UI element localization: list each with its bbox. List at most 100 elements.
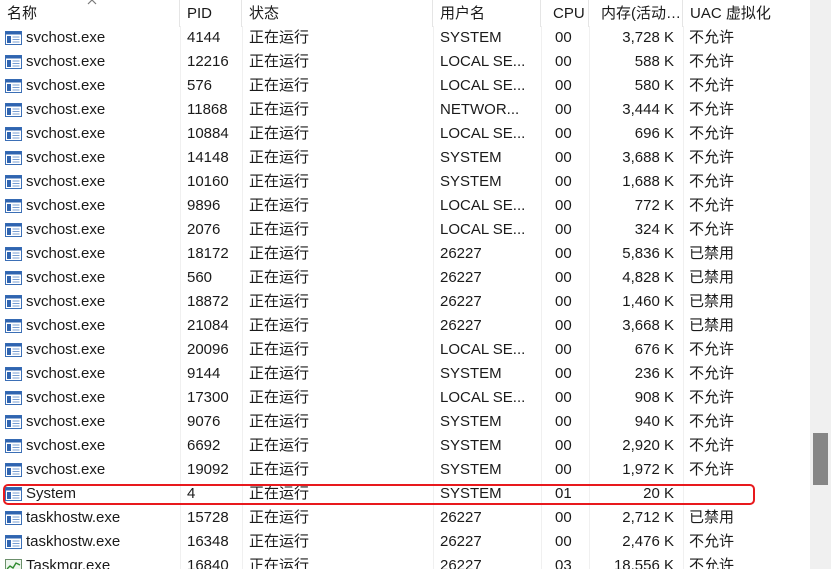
cpu-cell: 00 xyxy=(555,77,572,94)
uac-cell: 不允许 xyxy=(689,197,735,214)
table-row[interactable]: svchost.exe 17300 正在运行 LOCAL SE... 00 90… xyxy=(0,386,810,410)
service-window-icon xyxy=(5,343,22,357)
memory-cell: 5,836 K xyxy=(622,245,674,262)
user-cell: 26227 xyxy=(440,269,482,286)
column-header-name[interactable]: 名称 xyxy=(0,0,180,27)
memory-cell: 236 K xyxy=(634,365,674,382)
service-window-icon xyxy=(5,31,22,45)
process-name: svchost.exe xyxy=(26,341,106,358)
table-row[interactable]: svchost.exe 576 正在运行 LOCAL SE... 00 580 … xyxy=(0,74,810,98)
table-row[interactable]: Taskmgr.exe 16840 正在运行 26227 03 18,556 K… xyxy=(0,554,810,569)
uac-cell: 已禁用 xyxy=(689,245,735,262)
pid-cell: 12216 xyxy=(187,53,229,70)
table-row[interactable]: System 4 正在运行 SYSTEM 01 20 K xyxy=(0,482,810,506)
process-name-cell: svchost.exe xyxy=(0,170,180,194)
process-name-cell: svchost.exe xyxy=(0,194,180,218)
user-cell: SYSTEM xyxy=(440,365,502,382)
process-name: System xyxy=(26,485,77,502)
user-cell: NETWOR... xyxy=(440,101,520,118)
status-cell: 正在运行 xyxy=(249,341,310,358)
cpu-cell: 00 xyxy=(555,197,572,214)
pid-cell: 576 xyxy=(187,77,213,94)
column-header-cpu[interactable]: CPU xyxy=(541,0,589,27)
cpu-cell: 00 xyxy=(555,389,572,406)
uac-cell: 不允许 xyxy=(689,533,735,550)
process-name: svchost.exe xyxy=(26,197,106,214)
table-row[interactable]: taskhostw.exe 16348 正在运行 26227 00 2,476 … xyxy=(0,530,810,554)
column-header-memory[interactable]: 内存(活动… xyxy=(589,0,683,27)
table-row[interactable]: svchost.exe 6692 正在运行 SYSTEM 00 2,920 K … xyxy=(0,434,810,458)
pid-cell: 17300 xyxy=(187,389,229,406)
uac-cell: 不允许 xyxy=(689,365,735,382)
vertical-scrollbar[interactable] xyxy=(810,0,831,569)
cpu-cell: 00 xyxy=(555,533,572,550)
memory-cell: 588 K xyxy=(634,53,674,70)
user-cell: SYSTEM xyxy=(440,485,502,502)
process-name: svchost.exe xyxy=(26,365,106,382)
table-row[interactable]: svchost.exe 21084 正在运行 26227 00 3,668 K … xyxy=(0,314,810,338)
column-header-pid[interactable]: PID xyxy=(180,0,242,27)
scrollbar-thumb[interactable] xyxy=(813,433,828,485)
pid-cell: 10884 xyxy=(187,125,229,142)
service-window-icon xyxy=(5,247,22,261)
service-window-icon xyxy=(5,487,22,501)
pid-cell: 20096 xyxy=(187,341,229,358)
cpu-cell: 01 xyxy=(555,485,572,502)
table-row[interactable]: svchost.exe 2076 正在运行 LOCAL SE... 00 324… xyxy=(0,218,810,242)
uac-cell: 不允许 xyxy=(689,173,735,190)
pid-cell: 4144 xyxy=(187,29,221,46)
table-row[interactable]: svchost.exe 9144 正在运行 SYSTEM 00 236 K 不允… xyxy=(0,362,810,386)
table-row[interactable]: svchost.exe 20096 正在运行 LOCAL SE... 00 67… xyxy=(0,338,810,362)
column-header-pid-label: PID xyxy=(187,5,213,22)
status-cell: 正在运行 xyxy=(249,437,310,454)
service-window-icon xyxy=(5,439,22,453)
process-name: svchost.exe xyxy=(26,389,106,406)
table-row[interactable]: svchost.exe 9076 正在运行 SYSTEM 00 940 K 不允… xyxy=(0,410,810,434)
column-header-status[interactable]: 状态 xyxy=(242,0,433,27)
table-row[interactable]: svchost.exe 14148 正在运行 SYSTEM 00 3,688 K… xyxy=(0,146,810,170)
pid-cell: 18172 xyxy=(187,245,229,262)
status-cell: 正在运行 xyxy=(249,485,310,502)
process-name-cell: System xyxy=(0,482,180,506)
status-cell: 正在运行 xyxy=(249,221,310,238)
uac-cell xyxy=(683,482,810,506)
memory-cell: 1,972 K xyxy=(622,461,674,478)
table-row[interactable]: svchost.exe 18172 正在运行 26227 00 5,836 K … xyxy=(0,242,810,266)
table-row[interactable]: svchost.exe 19092 正在运行 SYSTEM 00 1,972 K… xyxy=(0,458,810,482)
table-row[interactable]: svchost.exe 10160 正在运行 SYSTEM 00 1,688 K… xyxy=(0,170,810,194)
task-manager-icon xyxy=(5,559,22,569)
uac-cell: 不允许 xyxy=(689,29,735,46)
pid-cell: 15728 xyxy=(187,509,229,526)
status-cell: 正在运行 xyxy=(249,557,310,569)
service-window-icon xyxy=(5,55,22,69)
table-row[interactable]: svchost.exe 18872 正在运行 26227 00 1,460 K … xyxy=(0,290,810,314)
process-name-cell: svchost.exe xyxy=(0,434,180,458)
table-row[interactable]: svchost.exe 9896 正在运行 LOCAL SE... 00 772… xyxy=(0,194,810,218)
column-header-user[interactable]: 用户名 xyxy=(433,0,541,27)
table-row[interactable]: svchost.exe 560 正在运行 26227 00 4,828 K 已禁… xyxy=(0,266,810,290)
pid-cell: 21084 xyxy=(187,317,229,334)
table-row[interactable]: taskhostw.exe 15728 正在运行 26227 00 2,712 … xyxy=(0,506,810,530)
table-row[interactable]: svchost.exe 12216 正在运行 LOCAL SE... 00 58… xyxy=(0,50,810,74)
status-cell: 正在运行 xyxy=(249,509,310,526)
user-cell: 26227 xyxy=(440,317,482,334)
status-cell: 正在运行 xyxy=(249,77,310,94)
service-window-icon xyxy=(5,391,22,405)
pid-cell: 11868 xyxy=(187,101,228,118)
column-header-uac[interactable]: UAC 虚拟化 xyxy=(683,0,810,27)
table-row[interactable]: svchost.exe 4144 正在运行 SYSTEM 00 3,728 K … xyxy=(0,26,810,50)
process-name: svchost.exe xyxy=(26,125,106,142)
user-cell: LOCAL SE... xyxy=(440,53,526,70)
chevron-up-icon xyxy=(86,0,98,5)
table-row[interactable]: svchost.exe 11868 正在运行 NETWOR... 00 3,44… xyxy=(0,98,810,122)
memory-cell: 1,460 K xyxy=(622,293,674,310)
cpu-cell: 00 xyxy=(555,149,572,166)
process-name-cell: svchost.exe xyxy=(0,290,180,314)
user-cell: LOCAL SE... xyxy=(440,221,526,238)
table-row[interactable]: svchost.exe 10884 正在运行 LOCAL SE... 00 69… xyxy=(0,122,810,146)
uac-cell: 已禁用 xyxy=(689,269,735,286)
user-cell: 26227 xyxy=(440,557,482,569)
service-window-icon xyxy=(5,199,22,213)
uac-cell: 不允许 xyxy=(689,461,735,478)
status-cell: 正在运行 xyxy=(249,533,310,550)
